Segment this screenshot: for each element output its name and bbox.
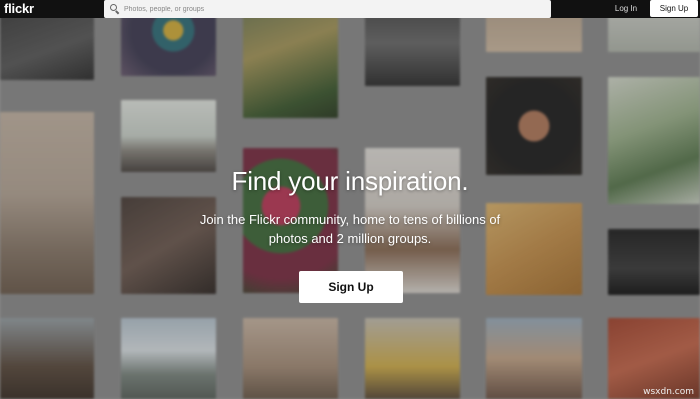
search-bar[interactable] <box>104 0 551 18</box>
hero-subtitle: Join the Flickr community, home to tens … <box>199 212 501 246</box>
hero-title: Find your inspiration. <box>231 166 469 196</box>
login-link[interactable]: Log In <box>606 0 646 18</box>
background-photo-mosaic <box>0 0 700 399</box>
top-navigation-bar: flickr Log In Sign Up <box>0 0 700 18</box>
watermark: wsxdn.com <box>643 387 694 397</box>
signup-button-header[interactable]: Sign Up <box>650 0 698 17</box>
search-icon <box>110 4 120 15</box>
search-input[interactable] <box>124 1 544 17</box>
flickr-logo[interactable]: flickr <box>0 0 104 18</box>
background-overlay <box>0 0 700 399</box>
signup-button-hero[interactable]: Sign Up <box>299 271 403 303</box>
